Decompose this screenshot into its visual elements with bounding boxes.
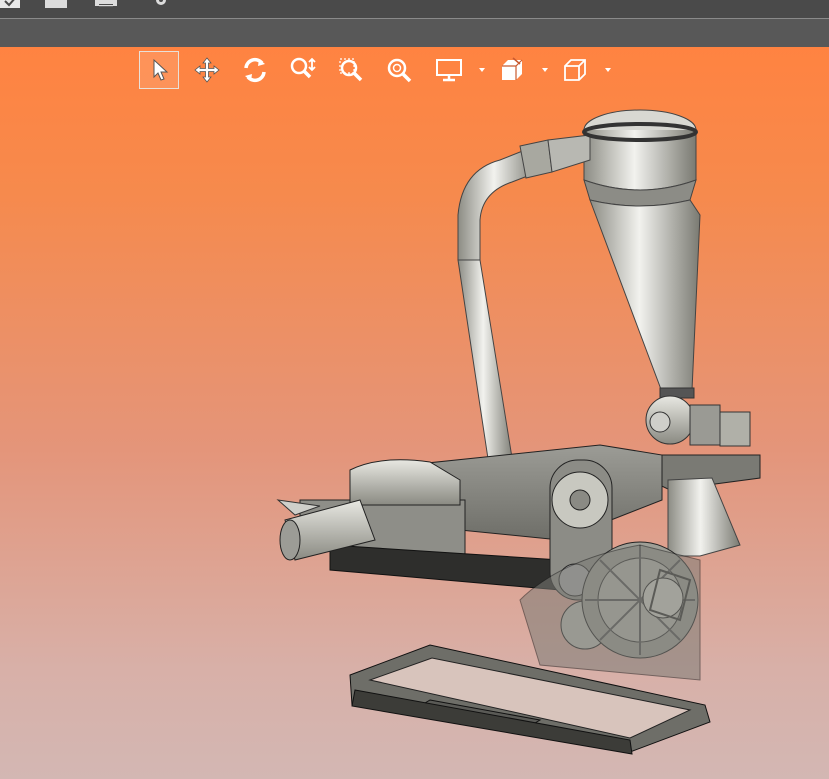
3d-viewport[interactable] [0,47,829,779]
cad-viewer-window [0,0,829,779]
save-icon[interactable] [44,0,70,10]
gear-icon[interactable] [148,0,174,10]
secondary-toolbar [0,19,829,47]
open-icon[interactable] [0,0,26,10]
print-icon[interactable] [93,0,119,10]
quick-access-toolbar [0,0,829,19]
machine-3d-model[interactable] [0,47,829,779]
